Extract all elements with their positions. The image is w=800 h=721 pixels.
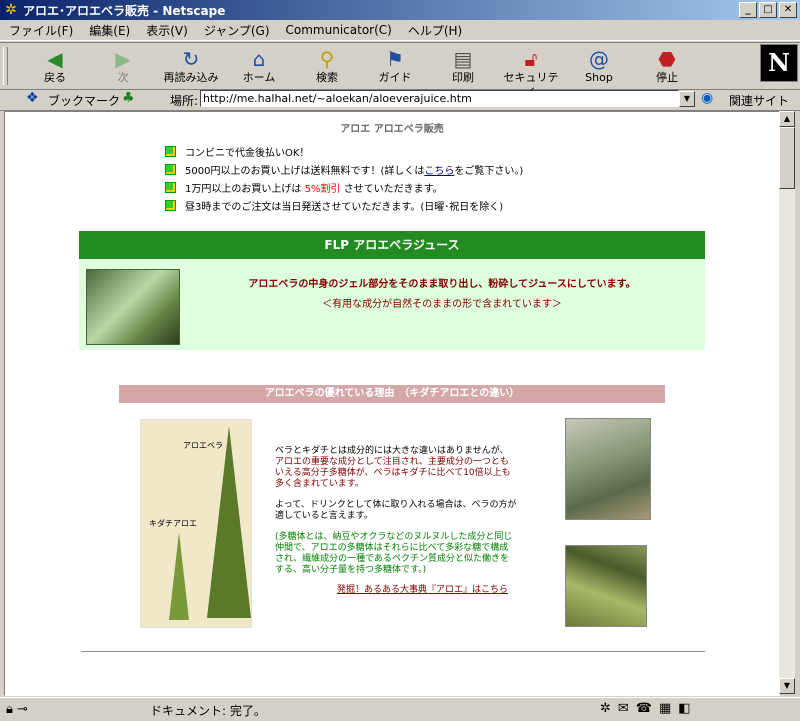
close-button[interactable]: ✕ (779, 2, 797, 18)
menu-edit[interactable]: 編集(E) (80, 22, 137, 39)
bookmark-icon[interactable]: ❖ (26, 90, 39, 106)
horizontal-rule (81, 651, 705, 653)
toolbar-grip[interactable] (3, 47, 8, 85)
kidachi-leaf-shape (169, 532, 189, 620)
notice-item: 1万円以上のお買い上げは 5%割引 させていただきます。 (165, 180, 565, 196)
scroll-thumb[interactable] (779, 127, 795, 189)
discount-text: 5%割引 (304, 184, 341, 195)
security-status-icon[interactable]: 🔒︎ ⊸ (6, 702, 28, 717)
print-button[interactable]: ▤ 印刷 (432, 47, 494, 87)
notice-item: コンビニで代金後払いOK！ (165, 144, 565, 160)
back-button[interactable]: ◀ 戻る (24, 47, 86, 87)
aruaru-link[interactable]: 発掘！あるある大事典『アロエ』はこちら (337, 582, 508, 595)
home-icon: ⌂ (252, 47, 266, 71)
bullet-icon (165, 146, 176, 157)
security-button[interactable]: 🔓︎ セキュリティ (500, 47, 562, 97)
netscape-logo[interactable]: N (760, 44, 798, 82)
netscape-app-icon[interactable]: ✲ (3, 2, 19, 18)
scroll-down-button[interactable]: ▼ (779, 678, 795, 694)
aloe-gel-image (86, 269, 180, 345)
lock-icon: 🔓︎ (524, 47, 538, 71)
shipping-info-link[interactable]: こちら (424, 166, 454, 177)
reload-button[interactable]: ↻ 再読み込み (160, 47, 222, 87)
page-viewport: アロエ アロエベラ販売 コンビニで代金後払いOK！ 5000円以上のお買い上げは… (4, 111, 780, 696)
shop-button[interactable]: @ Shop (568, 47, 630, 87)
article-paragraph: よって、ドリンクとして体に取り入れる場合は、ベラの方が適していると言えます。 (275, 500, 517, 521)
scroll-up-button[interactable]: ▲ (779, 111, 795, 127)
page-title: アロエ アロエベラ販売 (340, 124, 444, 135)
related-sites-button[interactable]: 関連サイト (729, 92, 789, 109)
shop-icon: @ (589, 47, 609, 71)
search-button[interactable]: ⚲ 検索 (296, 47, 358, 87)
product-subtext: ＜有用な成分が自然そのままの形で含まれています＞ (322, 299, 562, 310)
minimize-button[interactable]: _ (739, 2, 757, 18)
stop-icon: ⬣ (658, 47, 676, 71)
menu-view[interactable]: 表示(V) (137, 22, 195, 39)
product-description: アロエベラの中身のジェル部分をそのまま取り出し、粉砕してジュースにしています。 (248, 279, 636, 290)
window-title: アロエ･アロエベラ販売 - Netscape (23, 3, 226, 18)
menu-help[interactable]: ヘルプ(H) (399, 22, 469, 39)
title-bar: ✲ アロエ･アロエベラ販売 - Netscape _ □ ✕ (0, 0, 800, 20)
url-input[interactable]: http://me.halhal.net/~aloekan/aloeveraju… (200, 90, 679, 107)
navigation-toolbar: ◀ 戻る ▶ 次 ↻ 再読み込み ⌂ ホーム ⚲ 検索 ⚑ ガイド ▤ 印刷 🔓… (0, 42, 800, 97)
status-text: ドキュメント: 完了。 (150, 704, 266, 718)
stop-button[interactable]: ⬣ 停止 (636, 47, 698, 87)
aloevera-field-photo (565, 418, 651, 520)
diagram-label-kidachi: キダチアロエ (149, 519, 197, 528)
bullet-icon (165, 182, 176, 193)
aloe-plant-photo (565, 545, 647, 627)
notice-item: 昼3時までのご注文は当日発送させていただきます。(日曜･祝日を除く) (165, 198, 565, 214)
reason-heading: アロエベラの優れている理由 （キダチアロエとの違い） (119, 385, 665, 403)
print-icon: ▤ (453, 47, 473, 71)
guide-icon: ⚑ (386, 47, 404, 71)
bullet-icon (165, 164, 176, 175)
article-note: (多糖体とは、納豆やオクラなどのヌルヌルした成分と同じ仲間で、アロエの多糖体はそ… (275, 532, 513, 575)
component-bar-icons[interactable]: ✲✉☎▦◧ (600, 701, 698, 716)
forward-button[interactable]: ▶ 次 (92, 47, 154, 87)
aloevera-leaf-shape (207, 426, 251, 618)
url-dropdown-button[interactable]: ▼ (679, 91, 695, 107)
menu-bar: ファイル(F) 編集(E) 表示(V) ジャンプ(G) Communicator… (0, 20, 800, 41)
status-bar: 🔒︎ ⊸ ドキュメント: 完了。 ✲✉☎▦◧ (0, 697, 800, 721)
location-label: 場所: (170, 94, 199, 108)
reload-icon: ↻ (182, 47, 200, 71)
page-proxy-icon[interactable]: ♣ (122, 90, 135, 106)
guide-button[interactable]: ⚑ ガイド (364, 47, 426, 87)
location-bar: ❖ ブックマーク ♣ 場所: http://me.halhal.net/~alo… (0, 88, 800, 111)
notice-item: 5000円以上のお買い上げは送料無料です！(詳しくはこちらをご覧下さい。) (165, 162, 565, 178)
menu-file[interactable]: ファイル(F) (0, 22, 80, 39)
bullet-icon (165, 200, 176, 211)
menu-communicator[interactable]: Communicator(C) (277, 23, 399, 37)
product-box: アロエベラの中身のジェル部分をそのまま取り出し、粉砕してジュースにしています。 … (79, 259, 705, 350)
reason-article: ベラとキダチとは成分的には大きな違いはありませんが、アロエの重要な成分として注目… (275, 446, 517, 576)
bookmark-button[interactable]: ブックマーク (48, 92, 120, 109)
search-icon: ⚲ (319, 47, 335, 71)
aloe-comparison-diagram: アロエベラ キダチアロエ (140, 419, 252, 628)
vertical-scrollbar[interactable]: ▲ ▼ (779, 111, 795, 694)
forward-arrow-icon: ▶ (115, 47, 131, 71)
menu-go[interactable]: ジャンプ(G) (195, 22, 277, 39)
back-arrow-icon: ◀ (47, 47, 63, 71)
maximize-button[interactable]: □ (759, 2, 777, 18)
home-button[interactable]: ⌂ ホーム (228, 47, 290, 87)
product-heading: FLP アロエベラジュース (79, 231, 705, 259)
related-sites-icon[interactable]: ◉ (701, 90, 713, 106)
article-paragraph: ベラとキダチとは成分的には大きな違いはありませんが、アロエの重要な成分として注目… (275, 446, 511, 489)
